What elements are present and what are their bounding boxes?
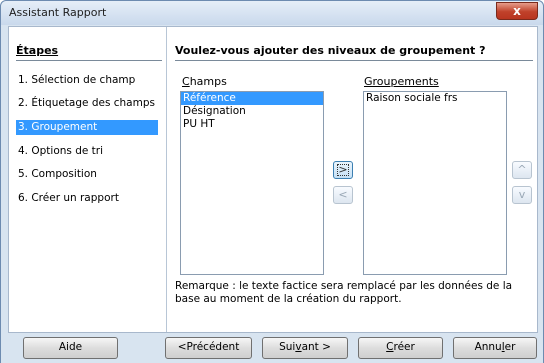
next-label-a: Sui [279, 341, 296, 353]
fields-label: Champs [182, 75, 227, 88]
cancel-label-b: er [504, 341, 516, 353]
title-bar[interactable]: Assistant Rapport x [1, 1, 543, 25]
step-layout[interactable]: 5. Composition [16, 167, 158, 182]
remove-grouping-button[interactable]: < [333, 186, 353, 204]
steps-pane: Étapes 1. Sélection de champ 2. Étiqueta… [9, 27, 167, 332]
steps-title: Étapes [16, 44, 59, 57]
steps-divider [16, 60, 162, 61]
step-field-selection[interactable]: 1. Sélection de champ [16, 73, 158, 88]
next-button[interactable]: Suivant > [262, 337, 348, 359]
next-label-b: ant > [301, 341, 331, 353]
close-button[interactable]: x [496, 2, 538, 20]
move-up-button[interactable]: ^ [512, 161, 532, 179]
help-button[interactable]: Aide [23, 337, 118, 359]
groupings-label: Groupements [364, 75, 439, 88]
move-down-button[interactable]: v [512, 186, 532, 204]
remark-text: Remarque : le texte factice sera remplac… [175, 280, 513, 305]
heading-divider [175, 60, 533, 61]
previous-button[interactable]: <Précédent [165, 337, 252, 359]
step-create-report[interactable]: 6. Créer un rapport [16, 191, 158, 206]
fields-listbox[interactable]: Référence Désignation PU HT [180, 91, 324, 275]
list-item[interactable]: Désignation [181, 105, 323, 118]
button-bar: Aide <Précédent Suivant > Créer Annuler [1, 333, 543, 363]
fields-label-rest: hamps [189, 75, 227, 88]
create-label-mnemonic: C [386, 341, 394, 353]
create-button[interactable]: Créer [358, 337, 443, 359]
groupings-listbox[interactable]: Raison sociale frs [363, 91, 507, 275]
create-label-rest: réer [393, 341, 415, 353]
wizard-window: Assistant Rapport x Étapes 1. Sélection … [0, 0, 544, 363]
add-grouping-button[interactable]: > [333, 161, 353, 179]
fields-label-mnemonic: C [182, 75, 190, 88]
window-title: Assistant Rapport [9, 6, 107, 19]
cancel-button[interactable]: Annuler [453, 337, 537, 359]
step-field-labeling[interactable]: 2. Étiquetage des champs [16, 96, 158, 111]
list-item[interactable]: Référence [181, 92, 323, 105]
wizard-client: Étapes 1. Sélection de champ 2. Étiqueta… [8, 26, 538, 333]
list-item[interactable]: Raison sociale frs [364, 92, 506, 105]
add-arrow-icon: > [337, 163, 349, 176]
step-grouping[interactable]: 3. Groupement [16, 120, 158, 135]
page-heading: Voulez-vous ajouter des niveaux de group… [175, 44, 486, 57]
list-item[interactable]: PU HT [181, 118, 323, 131]
step-sort-options[interactable]: 4. Options de tri [16, 144, 158, 159]
cancel-label-a: Annu [474, 341, 502, 353]
